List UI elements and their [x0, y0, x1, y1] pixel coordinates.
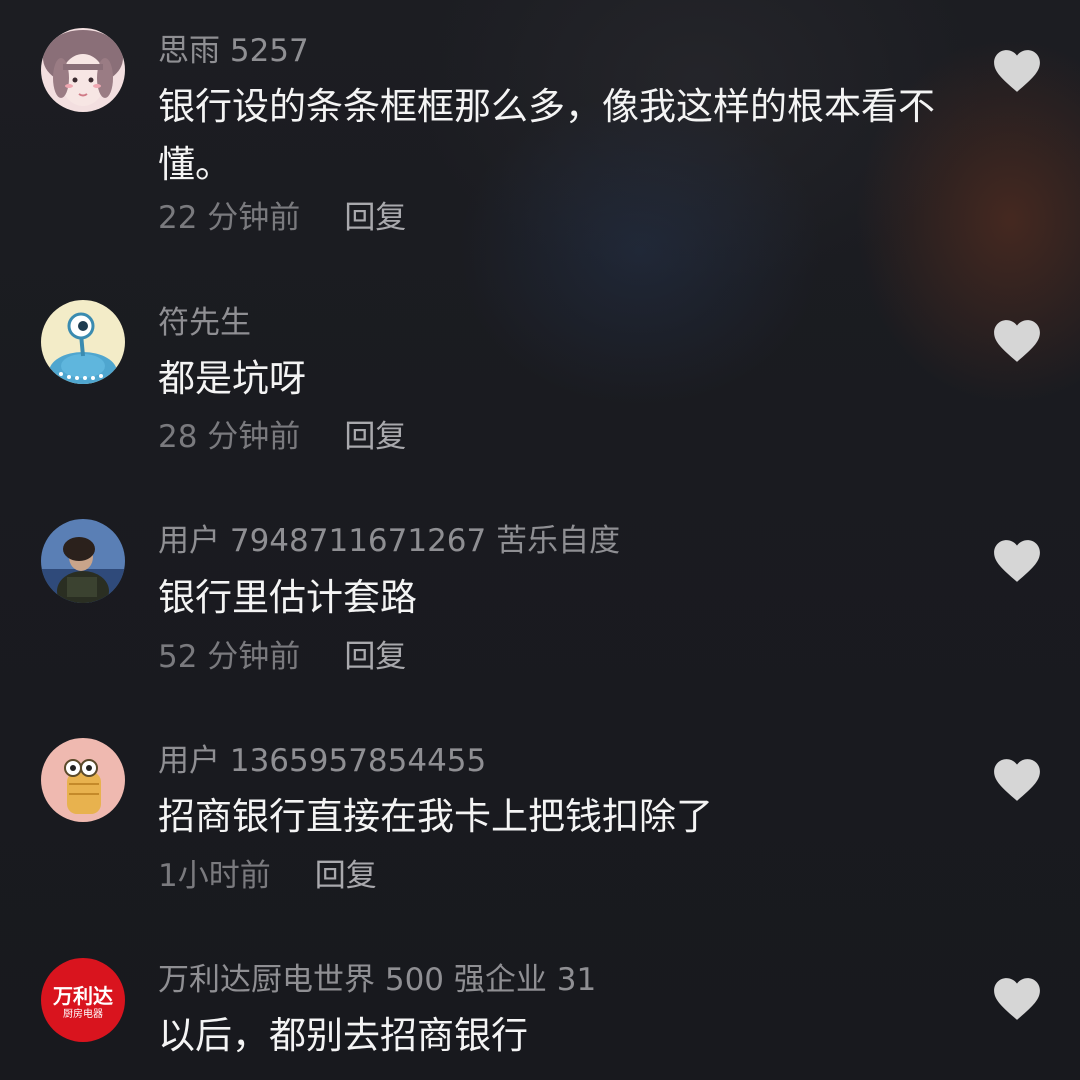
comment-meta: 1小时前 回复: [158, 856, 377, 896]
comment-text: 都是坑呀: [158, 357, 306, 400]
comment-text: 招商银行直接在我卡上把钱扣除了: [158, 795, 713, 838]
comment-username[interactable]: 思雨 5257: [158, 31, 309, 71]
brand-logo-subtext: 厨房电器: [63, 1009, 103, 1020]
heart-icon[interactable]: [992, 318, 1042, 364]
comment-username[interactable]: 用户 1365957854455: [158, 741, 486, 781]
heart-icon[interactable]: [992, 757, 1042, 803]
reply-button[interactable]: 回复: [344, 419, 406, 455]
heart-icon[interactable]: [992, 538, 1042, 584]
comment-time: 1小时前: [158, 858, 271, 894]
comment-username[interactable]: 符先生: [158, 303, 251, 343]
user-avatar[interactable]: [41, 300, 125, 384]
comment-time: 28 分钟前: [158, 419, 301, 455]
reply-button[interactable]: 回复: [315, 858, 377, 894]
comment-text: 以后，都别去招商银行: [158, 1014, 528, 1057]
user-avatar[interactable]: [41, 519, 125, 603]
comment-meta: 28 分钟前 回复: [158, 417, 406, 457]
heart-icon[interactable]: [992, 48, 1042, 94]
brand-logo-avatar[interactable]: 万利达 厨房电器: [41, 958, 125, 1042]
heart-icon[interactable]: [992, 976, 1042, 1022]
comment-text: 银行里估计套路: [158, 576, 417, 619]
comment-time: 52 分钟前: [158, 639, 301, 675]
comment-text: 银行设的条条框框那么多，像我这样的根本看不懂。: [158, 85, 935, 186]
reply-button[interactable]: 回复: [344, 639, 406, 675]
user-avatar[interactable]: [41, 28, 125, 112]
comment-username[interactable]: 用户 7948711671267 苦乐自度: [158, 521, 620, 561]
reply-button[interactable]: 回复: [344, 200, 406, 236]
brand-logo-text: 万利达: [53, 984, 113, 1008]
comment-meta: 22 分钟前 回复: [158, 198, 406, 238]
comment-time: 22 分钟前: [158, 200, 301, 236]
comment-username[interactable]: 万利达厨电世界 500 强企业 31: [158, 960, 596, 1000]
user-avatar[interactable]: [41, 738, 125, 822]
comment-meta: 52 分钟前 回复: [158, 637, 406, 677]
